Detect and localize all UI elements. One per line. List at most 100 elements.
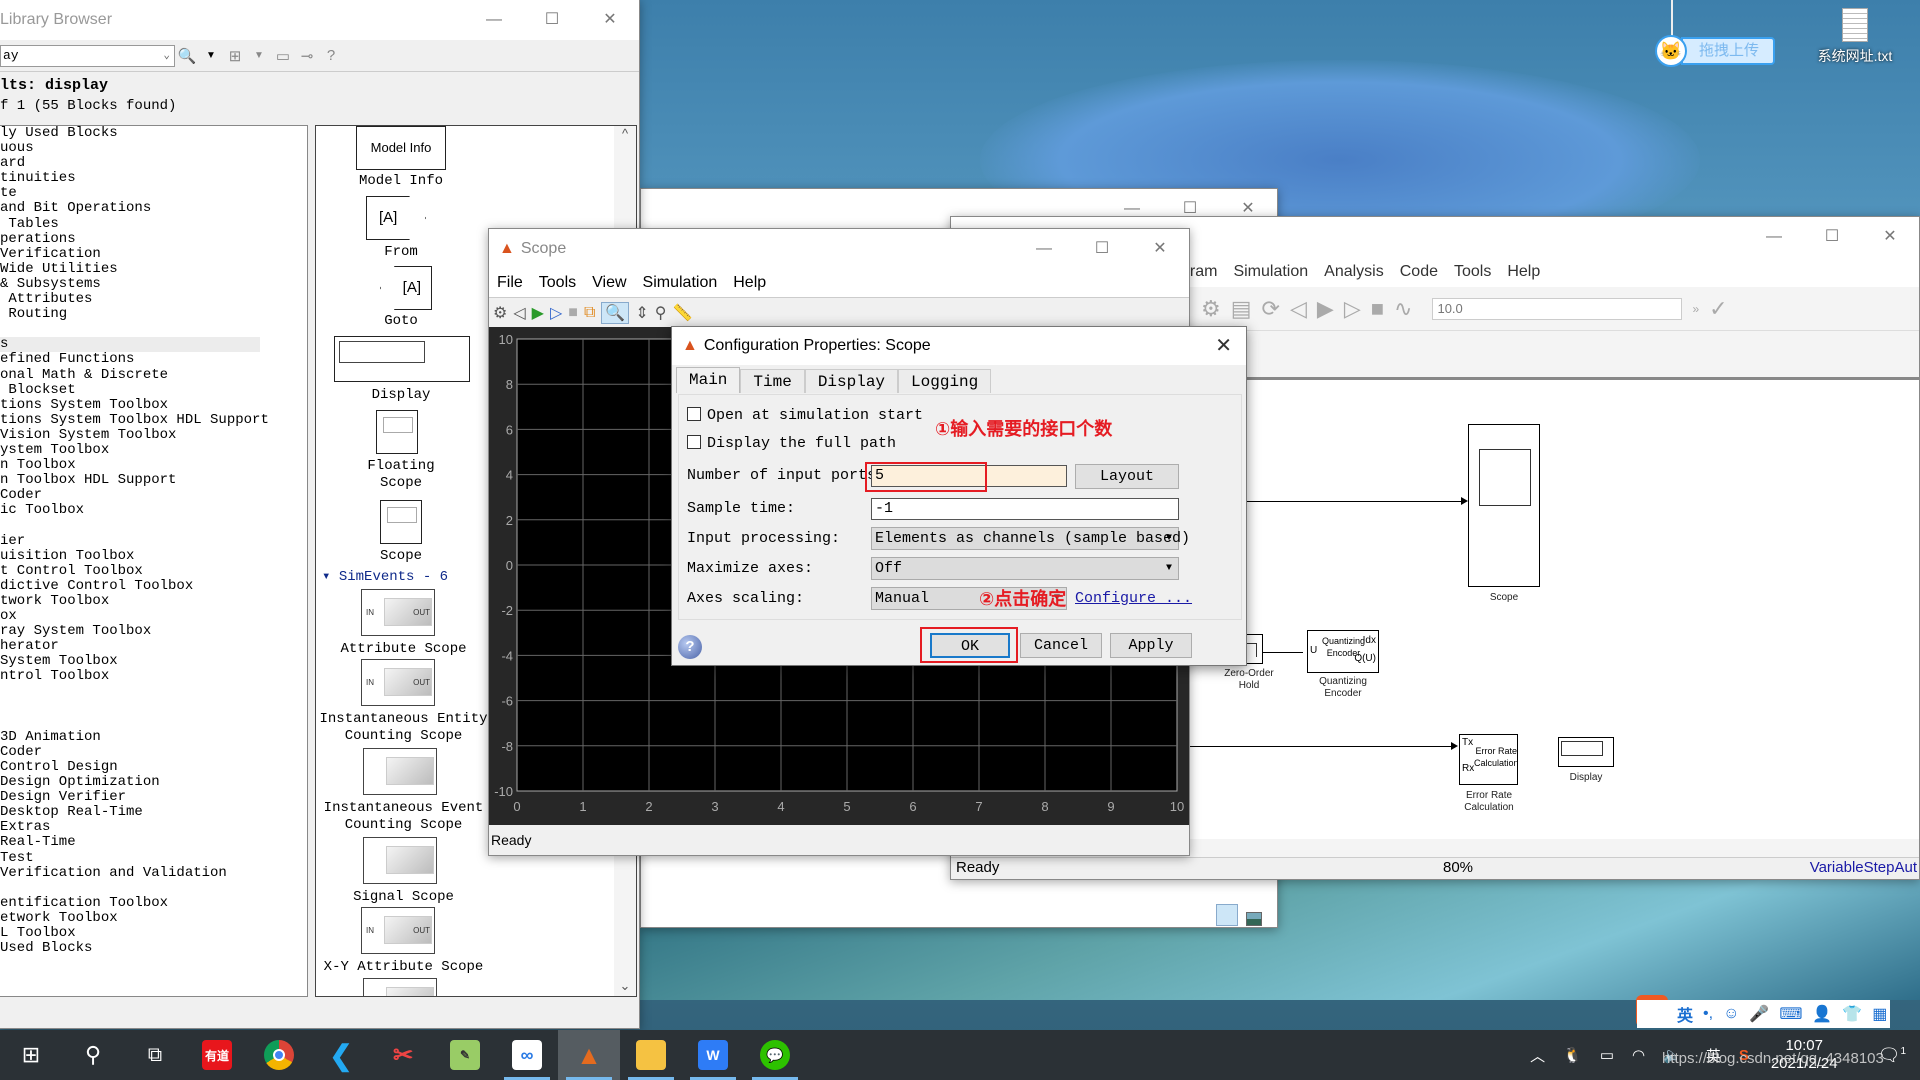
full-path-row[interactable]: Display the full path [687,435,896,452]
attribute-scope-block[interactable]: IN OUT [361,589,435,636]
folder-icon[interactable]: ▭ [271,47,295,65]
add-block-icon[interactable]: ⊞ [223,47,247,65]
maximize-icon[interactable]: ☐ [1073,229,1131,269]
stop-icon[interactable]: ■ [568,304,578,322]
library-tree-item[interactable]: tions System Toolbox [0,397,307,413]
taskbar-matlab[interactable]: ▲ [558,1030,620,1080]
tab-logging[interactable]: Logging [898,369,992,393]
library-tree-item[interactable]: onal Math & Discrete [0,367,307,383]
error-rate-block[interactable]: Tx Error Rate Calculation Rx [1459,734,1519,785]
qq-icon[interactable]: 🐧 [1563,1046,1582,1064]
library-icon[interactable]: ▤ [1231,296,1252,322]
library-tree-item[interactable]: Tables [0,216,307,232]
library-tree-item[interactable]: Vision System Toolbox [0,427,307,443]
scope-block[interactable] [380,500,422,544]
library-tree-item[interactable]: uisition Toolbox [0,548,307,564]
minimize-icon[interactable]: — [1745,217,1803,257]
model-info-block[interactable]: Model Info [356,126,446,170]
ime-language[interactable]: 英 [1677,1002,1693,1026]
punctuation-icon[interactable]: •, [1703,1005,1713,1023]
image-view-icon[interactable] [1245,912,1262,926]
library-search-input[interactable]: ay ⌄ [0,44,175,67]
desktop-file-icon[interactable]: 系统网址.txt [1800,8,1910,66]
menu-simulation[interactable]: Simulation [1233,263,1308,281]
view-toggle-icons[interactable] [1216,904,1266,926]
taskbar-wechat[interactable]: 💬 [744,1030,806,1080]
close-icon[interactable]: ✕ [581,0,639,40]
maximize-icon[interactable]: ☐ [1803,217,1861,257]
menu-tools[interactable]: Tools [539,274,576,292]
library-tree-item[interactable]: dictive Control Toolbox [0,578,307,594]
minimize-icon[interactable]: — [465,0,523,40]
configure-link[interactable]: Configure ... [1075,590,1192,607]
xy-signal-scope-block[interactable] [363,978,437,996]
scroll-down-icon[interactable]: ⌄ [614,978,636,994]
step-back-icon[interactable]: ◁ [1290,296,1307,322]
taskbar-snipping[interactable]: ✂ [372,1030,434,1080]
from-block[interactable]: [A] [366,196,426,240]
library-tree-item[interactable]: Real-Time [0,835,307,850]
more-icon[interactable]: » [1692,302,1699,316]
library-tree-item[interactable]: Extras [0,820,307,835]
simevents-group[interactable]: ▾ SimEvents - 6 [322,569,448,586]
scroll-up-icon[interactable]: ^ [614,126,636,141]
library-tree-item[interactable]: and Bit Operations [0,201,307,216]
library-tree-item[interactable]: n Toolbox HDL Support [0,473,307,488]
taskbar-wps[interactable]: W [682,1030,744,1080]
display-block[interactable] [1558,737,1614,767]
autoscale-icon[interactable]: ⇕ [635,303,648,323]
minimize-icon[interactable]: — [1015,229,1073,269]
library-tree-item[interactable]: te [0,186,307,201]
apps-grid-icon[interactable]: ▦ [1872,1004,1887,1024]
library-tree-item[interactable]: Routing [0,307,307,322]
open-at-start-checkbox[interactable] [687,407,701,421]
taskbar-youdao[interactable]: 有道 [186,1030,248,1080]
start-button[interactable]: ⊞ [0,1030,62,1080]
library-tree-item[interactable]: Verification [0,246,307,262]
menu-help[interactable]: Help [733,274,766,292]
apply-button[interactable]: Apply [1110,633,1192,658]
menu-file[interactable]: File [497,274,523,292]
library-tree-item[interactable]: Design Verifier [0,790,307,805]
zoom-in-icon[interactable]: 🔍 [601,301,630,324]
taskbar-vscode[interactable]: ❮ [310,1030,372,1080]
library-tree-item[interactable]: ic Toolbox [0,503,307,518]
user-icon[interactable]: 👤 [1812,1004,1832,1024]
goto-block[interactable]: [A] [380,266,432,310]
library-tree-item[interactable]: Blockset [0,382,307,398]
help-icon[interactable]: ? [678,635,702,659]
close-icon[interactable]: ✕ [1215,333,1232,358]
library-tree-item[interactable]: efined Functions [0,352,307,367]
cancel-button[interactable]: Cancel [1020,633,1102,658]
input-processing-select[interactable]: Elements as channels (sample based) ▼ [871,527,1190,550]
keyboard-icon[interactable]: ⌨ [1779,1004,1802,1024]
step-forward-icon[interactable]: ▷ [550,303,562,323]
taskbar-notepad[interactable]: ✎ [434,1030,496,1080]
layout-button[interactable]: Layout [1075,464,1179,489]
library-tree-item[interactable]: Control Design [0,759,307,775]
library-tree-item[interactable]: tions System Toolbox HDL Support [0,412,307,428]
triggers-icon[interactable]: ⚲ [655,303,667,323]
library-tree-item[interactable]: 3D Animation [0,729,307,745]
library-tree-item[interactable]: Coder [0,488,307,503]
help-icon[interactable]: ? [319,47,343,64]
scope-block[interactable] [1468,424,1540,587]
library-tree-item[interactable]: Test [0,850,307,866]
library-tree-item[interactable]: ystem Toolbox [0,442,307,458]
search-button[interactable]: ⚲ [62,1030,124,1080]
library-tree-item[interactable]: Verification and Validation [0,865,307,881]
library-tree[interactable]: ly Used Blocks uous ard tinuities te and Bit … [0,125,308,997]
library-tree-item[interactable]: herator [0,639,307,654]
library-tree-item[interactable]: Design Optimization [0,774,307,790]
full-path-checkbox[interactable] [687,435,701,449]
run-icon[interactable]: ▶ [532,303,544,323]
pin-icon[interactable]: ⊸ [295,47,319,65]
library-tree-item[interactable]: Desktop Real-Time [0,805,307,820]
library-tree-item[interactable]: Attributes [0,291,307,307]
tab-main[interactable]: Main [676,367,741,393]
task-view-button[interactable]: ⧉ [124,1030,186,1080]
sample-time-input[interactable]: -1 [871,498,1179,520]
list-view-icon[interactable] [1216,904,1238,926]
stop-icon[interactable]: ■ [1371,296,1384,322]
library-tree-item[interactable]: & Subsystems [0,276,307,292]
